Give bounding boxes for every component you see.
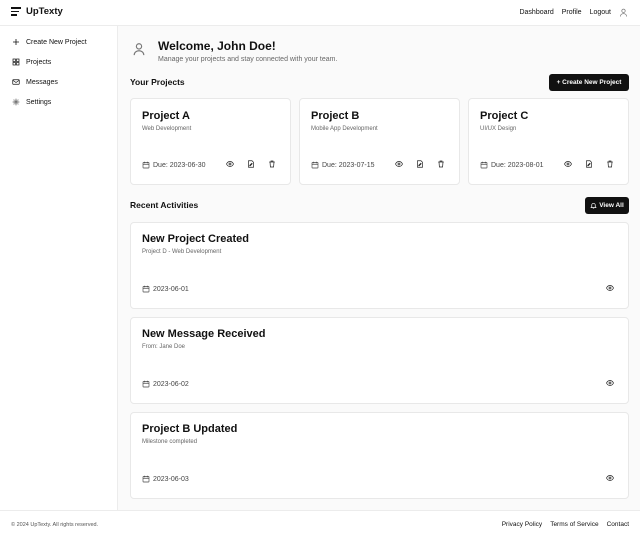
create-project-button[interactable]: + Create New Project (549, 74, 629, 91)
activity-date-text: 2023-06-03 (153, 475, 189, 483)
sidebar-item-projects[interactable]: Projects (12, 58, 51, 66)
edit-document-icon[interactable] (416, 160, 424, 168)
copyright: © 2024 UpTexty. All rights reserved. (11, 522, 99, 528)
edit-document-icon[interactable] (585, 160, 593, 168)
sidebar-item-label: Projects (26, 58, 52, 66)
welcome-title: Welcome, John Doe! (158, 39, 276, 53)
calendar-icon (142, 285, 150, 293)
project-title: Project B (311, 110, 360, 122)
footer-link-contact[interactable]: Contact (607, 521, 629, 528)
footer-links: Privacy Policy Terms of Service Contact (502, 521, 629, 528)
project-card[interactable]: Project A Web Development Due: 2023-06-3… (130, 98, 291, 185)
project-card[interactable]: Project B Mobile App Development Due: 20… (299, 98, 460, 185)
eye-icon[interactable] (606, 474, 614, 482)
footer-link-terms[interactable]: Terms of Service (550, 521, 598, 528)
activity-card[interactable]: New Message Received From: Jane Doe 2023… (130, 317, 629, 404)
calendar-icon (142, 380, 150, 388)
activity-date: 2023-06-03 (142, 475, 189, 483)
projects-heading: Your Projects (130, 77, 185, 87)
calendar-icon (311, 161, 319, 169)
view-all-button[interactable]: View All (585, 197, 629, 214)
brand[interactable]: UpTexty (11, 6, 63, 17)
trash-icon[interactable] (437, 160, 445, 168)
eye-icon[interactable] (564, 160, 572, 168)
footer: © 2024 UpTexty. All rights reserved. Pri… (0, 510, 640, 540)
footer-link-privacy[interactable]: Privacy Policy (502, 521, 542, 528)
nav-dashboard[interactable]: Dashboard (519, 9, 553, 16)
calendar-icon (142, 475, 150, 483)
activity-detail: Milestone completed (142, 439, 198, 445)
trash-icon[interactable] (606, 160, 614, 168)
project-category: UI/UX Design (480, 126, 517, 132)
activity-title: New Message Received (142, 328, 266, 340)
project-title: Project C (480, 110, 529, 122)
welcome-banner: Welcome, John Doe! Manage your projects … (132, 38, 337, 63)
activity-date: 2023-06-01 (142, 285, 189, 293)
sidebar-item-label: Messages (26, 78, 58, 86)
activity-date-text: 2023-06-01 (153, 285, 189, 293)
project-category: Web Development (142, 126, 192, 132)
activity-card[interactable]: Project B Updated Milestone completed 20… (130, 412, 629, 499)
nav-logout[interactable]: Logout (590, 9, 611, 16)
activity-date: 2023-06-02 (142, 380, 189, 388)
project-title: Project A (142, 110, 190, 122)
project-due: Due: 2023-07-15 (311, 161, 375, 169)
sidebar-item-messages[interactable]: Messages (12, 78, 58, 86)
activities-heading: Recent Activities (130, 200, 199, 210)
project-actions (226, 160, 276, 168)
project-due-text: Due: 2023-07-15 (322, 161, 375, 169)
user-avatar-icon (133, 43, 145, 56)
activity-title: Project B Updated (142, 423, 238, 435)
edit-document-icon[interactable] (247, 160, 255, 168)
sidebar-item-settings[interactable]: Settings (12, 98, 51, 106)
activity-detail: From: Jane Doe (142, 344, 186, 350)
mail-icon (12, 79, 20, 85)
project-actions (564, 160, 614, 168)
activity-card[interactable]: New Project Created Project D - Web Deve… (130, 222, 629, 309)
plus-icon (13, 39, 19, 45)
project-due-text: Due: 2023-06-30 (153, 161, 206, 169)
eye-icon[interactable] (395, 160, 403, 168)
project-card[interactable]: Project C UI/UX Design Due: 2023-08-01 (468, 98, 629, 185)
user-icon[interactable] (619, 8, 628, 17)
view-all-label: View All (599, 202, 624, 209)
bell-icon (590, 203, 597, 209)
top-header: UpTexty Dashboard Profile Logout (0, 0, 640, 26)
activity-detail: Project D - Web Development (142, 249, 222, 255)
project-actions (395, 160, 445, 168)
project-due: Due: 2023-06-30 (142, 161, 206, 169)
calendar-icon (480, 161, 488, 169)
calendar-icon (142, 161, 150, 169)
sidebar-item-label: Settings (26, 98, 52, 106)
app-name: UpTexty (26, 6, 63, 17)
project-due-text: Due: 2023-08-01 (491, 161, 544, 169)
top-nav: Dashboard Profile Logout (519, 8, 628, 17)
activity-date-text: 2023-06-02 (153, 380, 189, 388)
sidebar-item-create-project[interactable]: Create New Project (12, 38, 87, 46)
gear-icon (12, 98, 20, 106)
nav-profile[interactable]: Profile (562, 9, 582, 16)
eye-icon[interactable] (606, 379, 614, 387)
sidebar: Create New Project Projects Messages Set… (0, 26, 118, 510)
eye-icon[interactable] (606, 284, 614, 292)
trash-icon[interactable] (268, 160, 276, 168)
menu-icon[interactable] (11, 7, 21, 16)
activity-title: New Project Created (142, 233, 249, 245)
main-content: Welcome, John Doe! Manage your projects … (118, 26, 640, 510)
project-category: Mobile App Development (311, 126, 378, 132)
welcome-subtitle: Manage your projects and stay connected … (158, 56, 338, 63)
project-due: Due: 2023-08-01 (480, 161, 544, 169)
grid-icon (12, 58, 20, 66)
sidebar-item-label: Create New Project (26, 38, 87, 46)
eye-icon[interactable] (226, 160, 234, 168)
